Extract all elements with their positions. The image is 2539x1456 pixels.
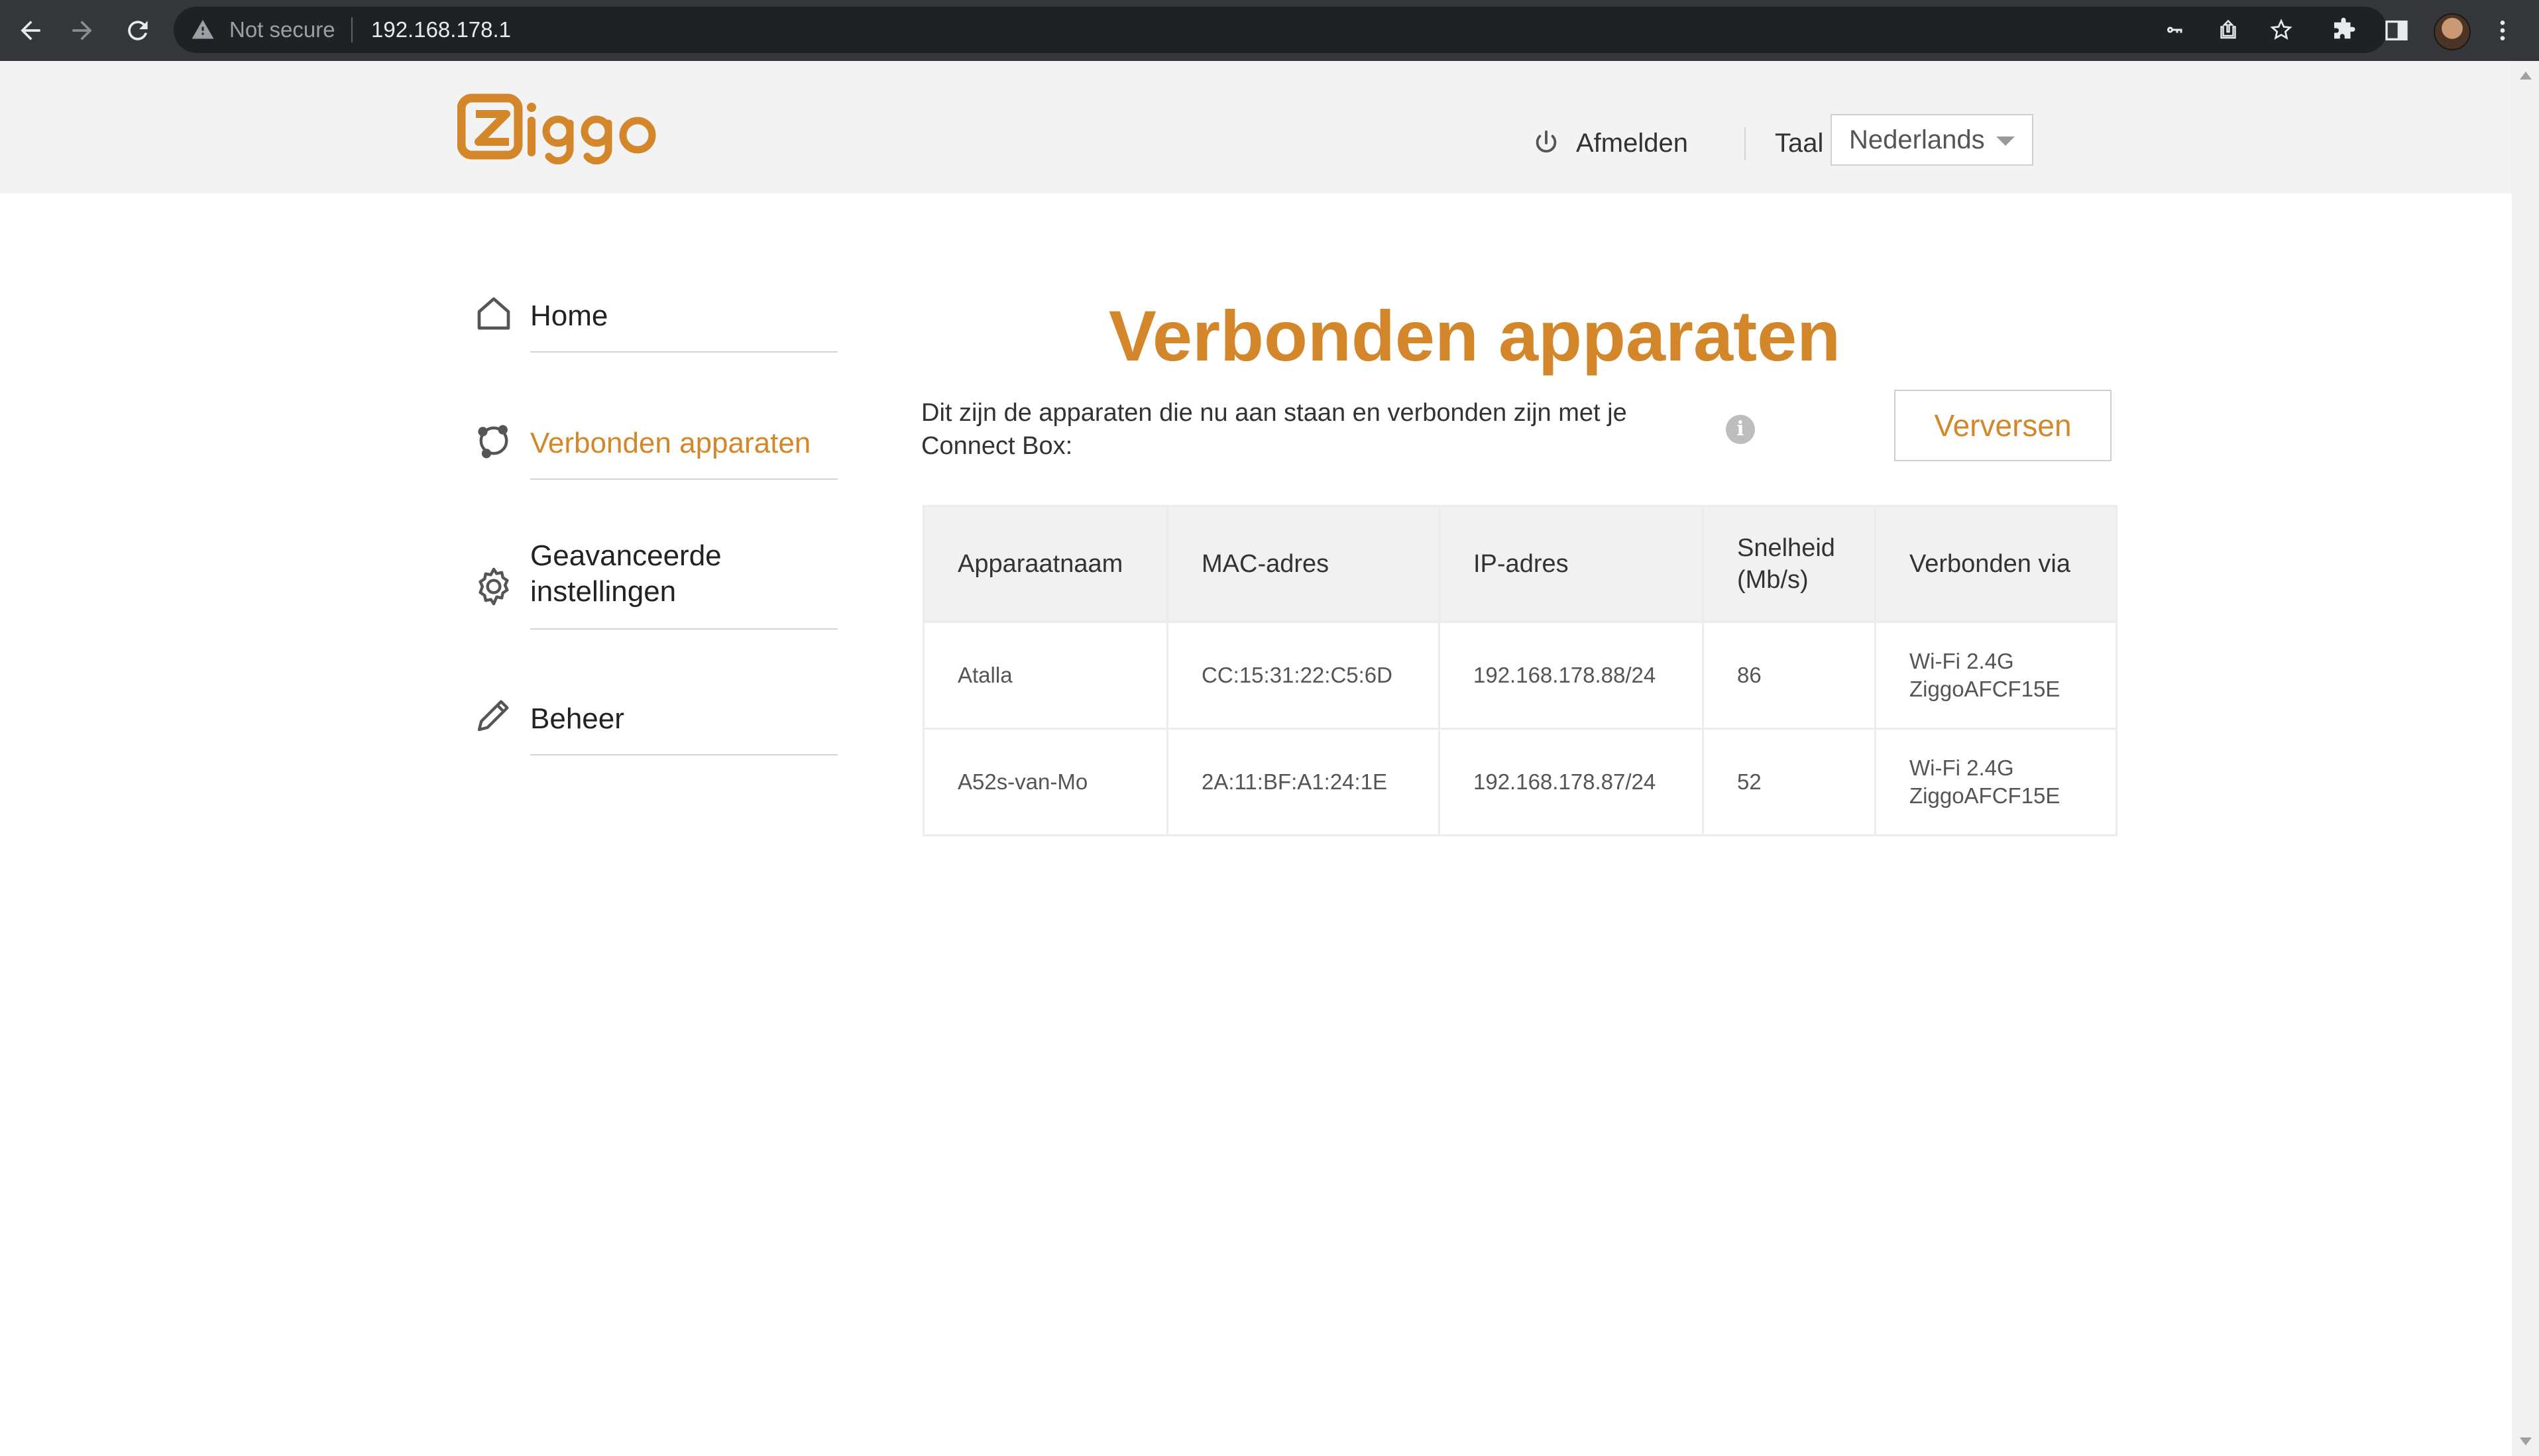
extensions-button[interactable] — [2322, 9, 2365, 52]
connection-ssid: ZiggoAFCF15E — [1909, 783, 2060, 808]
home-icon — [477, 297, 510, 330]
sidebar-item-label: Beheer — [530, 702, 624, 735]
connected-via-cell: Wi-Fi 2.4G ZiggoAFCF15E — [1874, 621, 2117, 730]
scroll-up-arrow[interactable] — [2520, 72, 2532, 80]
logout-button[interactable]: Afmelden — [1531, 122, 1688, 164]
table-row: A52s-van-Mo 2A:11:BF:A1:24:1E 192.168.17… — [923, 728, 2117, 836]
star-icon[interactable] — [2268, 18, 2294, 42]
sidebar-item-label: Home — [530, 300, 608, 332]
table-header-row: Apparaatnaam MAC-adres IP-adres Snelheid… — [923, 505, 2117, 623]
connection-ssid: ZiggoAFCF15E — [1909, 677, 2060, 701]
back-button[interactable] — [9, 9, 52, 52]
connected-via-cell: Wi-Fi 2.4G ZiggoAFCF15E — [1874, 728, 2117, 836]
network-icon — [478, 425, 508, 459]
url-text[interactable]: 192.168.178.1 — [371, 7, 511, 53]
speed-cell: 52 — [1702, 728, 1876, 836]
browser-menu-button[interactable] — [2481, 9, 2524, 52]
arrow-right-icon — [72, 21, 92, 40]
table-row: Atalla CC:15:31:22:C5:6D 192.168.178.88/… — [923, 621, 2117, 730]
forward-button[interactable] — [61, 9, 103, 52]
mac-cell: CC:15:31:22:C5:6D — [1166, 621, 1440, 730]
profile-avatar[interactable] — [2434, 13, 2471, 50]
sidebar-item-home[interactable]: Home — [472, 292, 838, 358]
sidebar-item-advanced-settings[interactable]: Geavanceerde instellingen — [472, 538, 838, 631]
connection-band: Wi-Fi 2.4G — [1909, 649, 2014, 673]
key-icon[interactable] — [2162, 18, 2188, 42]
column-header-mac: MAC-adres — [1166, 505, 1440, 623]
power-icon — [1536, 130, 1557, 153]
sidebar-item-beheer[interactable]: Beheer — [472, 693, 838, 759]
mac-cell: 2A:11:BF:A1:24:1E — [1166, 728, 1440, 836]
address-separator — [351, 17, 353, 42]
connection-band: Wi-Fi 2.4G — [1909, 756, 2014, 780]
sidebar-item-label: Geavanceerde instellingen — [530, 539, 722, 608]
language-selected-value: Nederlands — [1849, 125, 1985, 154]
sidebar-divider — [530, 351, 838, 353]
column-header-ip: IP-adres — [1438, 505, 1704, 623]
language-label: Taal — [1775, 129, 1824, 158]
sidebar-divider — [530, 478, 838, 480]
scroll-down-arrow[interactable] — [2520, 1437, 2532, 1445]
sidebar-divider — [530, 628, 838, 630]
reload-button[interactable] — [117, 9, 159, 52]
kebab-menu-icon — [2500, 21, 2505, 40]
speed-cell: 86 — [1702, 621, 1876, 730]
page-scrollbar[interactable] — [2512, 61, 2539, 1456]
warning-icon — [192, 20, 214, 39]
sidebar-divider — [530, 754, 838, 756]
ip-cell: 192.168.178.88/24 — [1438, 621, 1704, 730]
chevron-down-icon — [1996, 137, 2015, 146]
share-icon[interactable] — [2215, 18, 2241, 42]
column-header-device-name: Apparaatnaam — [923, 505, 1168, 623]
ip-cell: 192.168.178.87/24 — [1438, 728, 1704, 836]
column-header-speed: Snelheid (Mb/s) — [1702, 505, 1876, 623]
browser-toolbar: Not secure 192.168.178.1 — [0, 0, 2539, 61]
refresh-button[interactable]: Verversen — [1894, 390, 2112, 461]
intro-text: Dit zijn de apparaten die nu aan staan e… — [921, 399, 1627, 460]
address-bar[interactable]: Not secure 192.168.178.1 — [174, 7, 2387, 53]
arrow-left-icon — [21, 21, 40, 40]
puzzle-icon — [2334, 17, 2355, 39]
page-title: Verbonden apparaten — [1108, 296, 1841, 376]
page-header: Afmelden Taal Nederlands — [0, 61, 2512, 194]
device-name-cell: A52s-van-Mo — [923, 728, 1168, 836]
info-icon[interactable]: i — [1726, 415, 1755, 444]
side-panel-button[interactable] — [2375, 9, 2418, 52]
logout-label: Afmelden — [1576, 128, 1688, 158]
connected-devices-table: Apparaatnaam MAC-adres IP-adres Snelheid… — [923, 505, 2117, 836]
ziggo-logo[interactable] — [457, 91, 656, 164]
gear-icon — [479, 567, 509, 606]
side-panel-icon — [2385, 21, 2408, 40]
header-divider — [1744, 127, 1746, 160]
language-select[interactable]: Nederlands — [1831, 114, 2033, 166]
sidebar-item-label: Verbonden apparaten — [530, 427, 811, 459]
reload-icon — [128, 21, 148, 40]
pencil-icon — [477, 700, 509, 732]
sidebar-item-connected-devices[interactable]: Verbonden apparaten — [472, 419, 838, 485]
security-status[interactable]: Not secure — [229, 7, 335, 53]
device-name-cell: Atalla — [923, 621, 1168, 730]
column-header-connected-via: Verbonden via — [1874, 505, 2117, 623]
